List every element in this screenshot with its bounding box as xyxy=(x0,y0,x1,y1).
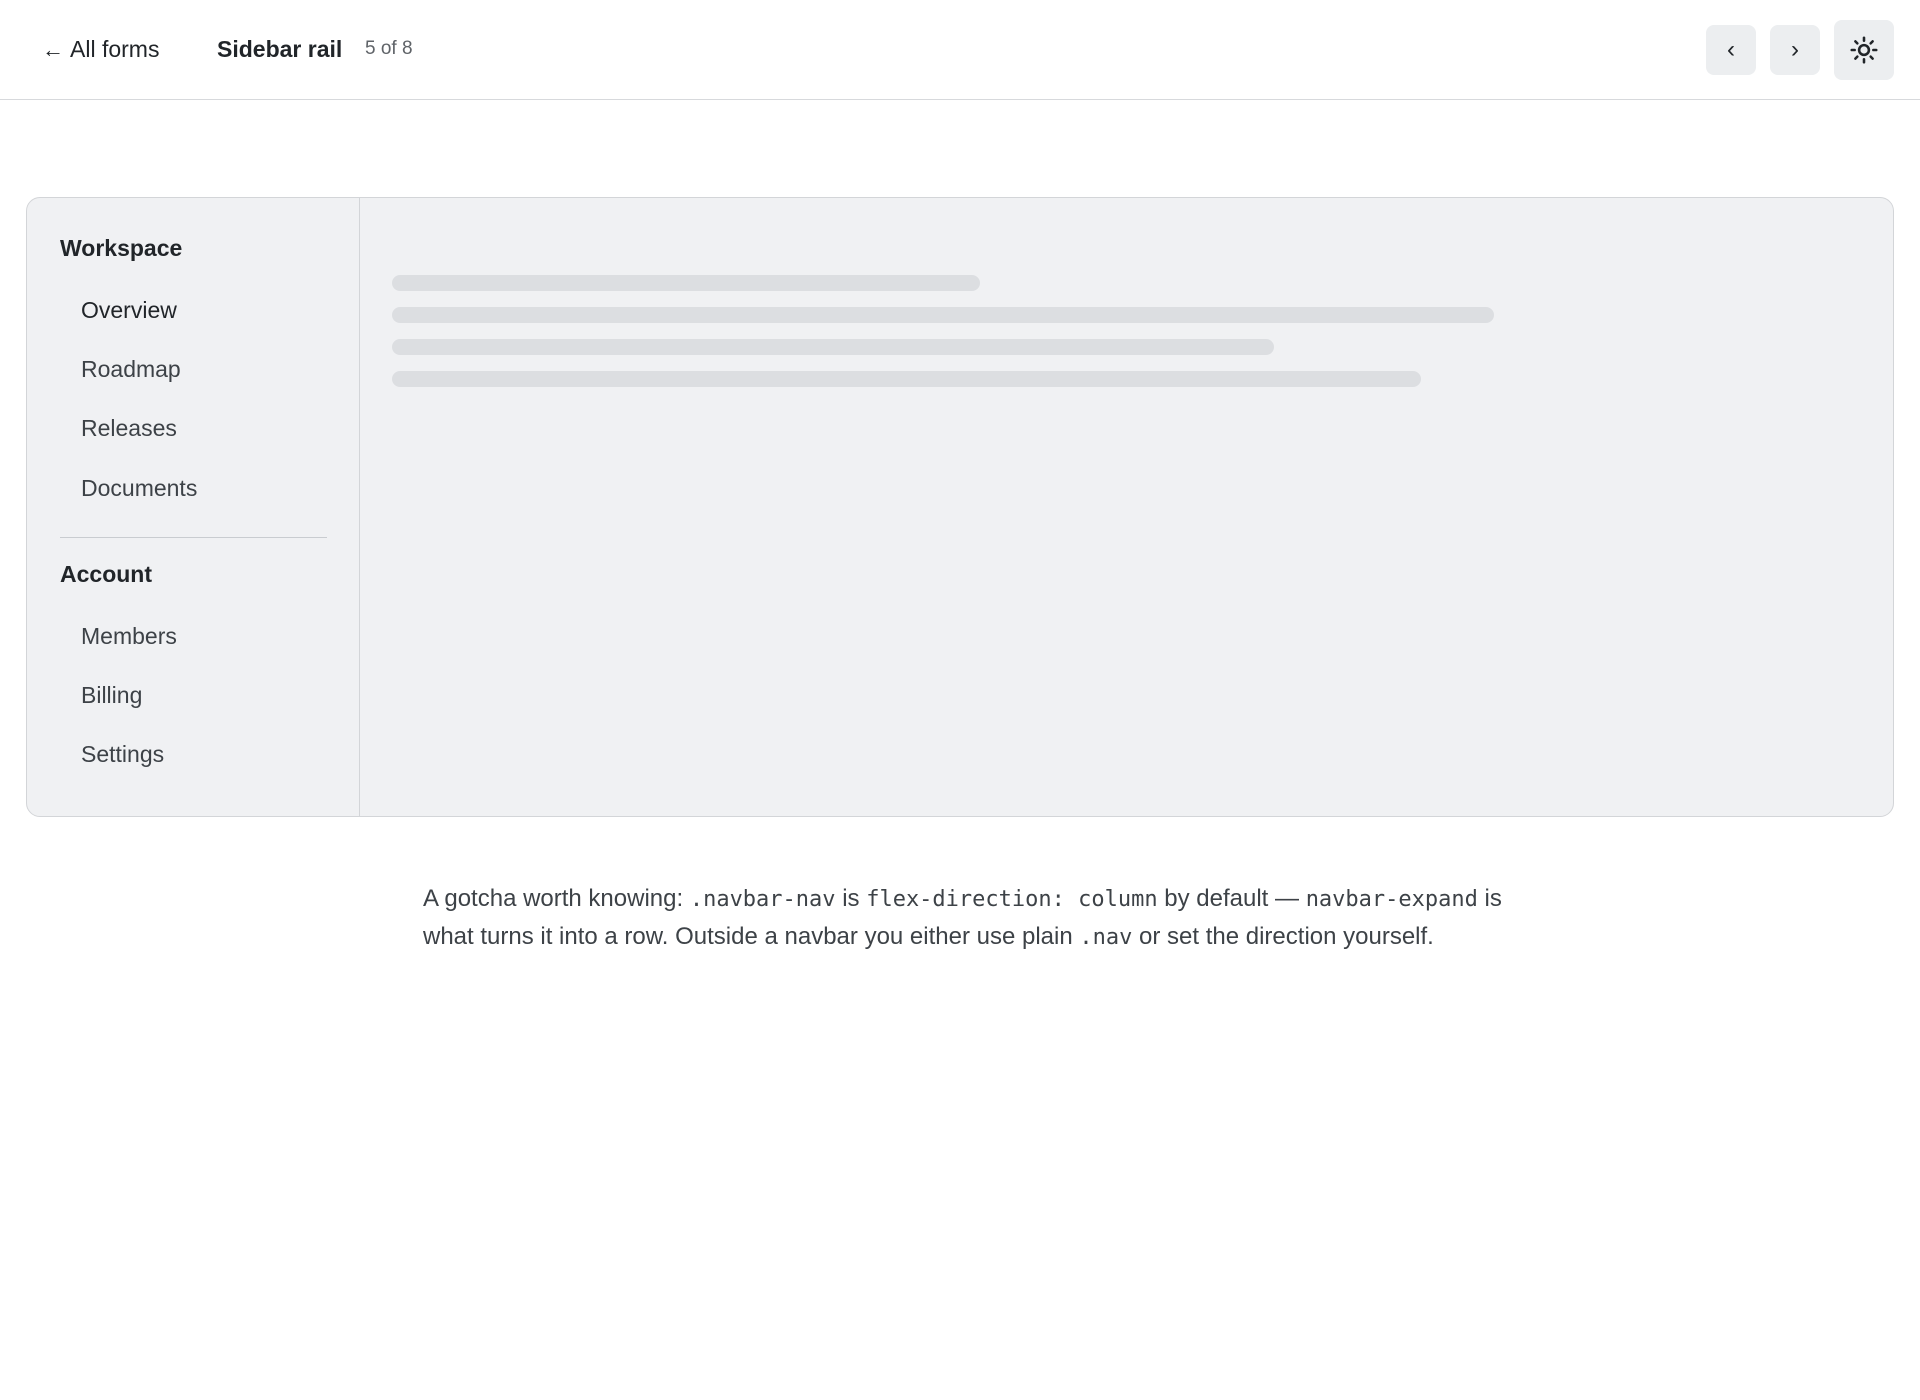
note-text: is xyxy=(835,885,867,912)
preview-card: Workspace Overview Roadmap Releases Docu… xyxy=(26,197,1894,817)
note-code: .nav xyxy=(1079,925,1133,950)
section-heading-workspace: Workspace xyxy=(60,235,183,261)
theme-toggle-button[interactable] xyxy=(1834,20,1894,80)
skeleton-line xyxy=(392,371,1421,387)
back-to-all-forms-link[interactable]: ← All forms xyxy=(42,36,159,63)
note-code: navbar-expand xyxy=(1305,887,1478,912)
back-link-label: All forms xyxy=(70,36,160,62)
arrow-left-icon: ← xyxy=(42,36,64,62)
content-placeholder xyxy=(360,198,1893,816)
previous-button[interactable]: ‹ xyxy=(1706,25,1756,75)
sidebar-item-roadmap[interactable]: Roadmap xyxy=(81,356,181,383)
sidebar-item-members[interactable]: Members xyxy=(81,623,177,650)
sidebar-item-billing[interactable]: Billing xyxy=(81,682,142,709)
explanatory-note: A gotcha worth knowing: .navbar-nav is f… xyxy=(423,880,1503,956)
note-text: by default — xyxy=(1157,885,1306,912)
sidebar-item-releases[interactable]: Releases xyxy=(81,415,177,442)
page-counter: 5 of 8 xyxy=(365,38,413,59)
section-heading-account: Account xyxy=(60,561,152,587)
next-button[interactable]: › xyxy=(1770,25,1820,75)
page-title: Sidebar rail xyxy=(217,36,343,62)
sidebar-divider xyxy=(60,537,327,538)
sun-icon xyxy=(1850,36,1878,64)
chevron-right-icon: › xyxy=(1791,36,1799,63)
note-text: A gotcha worth knowing: xyxy=(423,885,690,912)
note-text: or set the direction yourself. xyxy=(1132,923,1434,950)
top-bar: ← All forms Sidebar rail 5 of 8 ‹ › xyxy=(0,0,1920,100)
sidebar-rail: Workspace Overview Roadmap Releases Docu… xyxy=(27,198,360,816)
note-code: .navbar-nav xyxy=(689,887,836,912)
note-code: flex-direction: column xyxy=(866,887,1158,912)
skeleton-line xyxy=(392,275,980,291)
sidebar-item-settings[interactable]: Settings xyxy=(81,741,164,768)
skeleton-line xyxy=(392,307,1494,323)
chevron-left-icon: ‹ xyxy=(1727,36,1735,63)
skeleton-line xyxy=(392,339,1274,355)
sidebar-item-documents[interactable]: Documents xyxy=(81,475,197,502)
sidebar-item-overview[interactable]: Overview xyxy=(81,297,177,324)
